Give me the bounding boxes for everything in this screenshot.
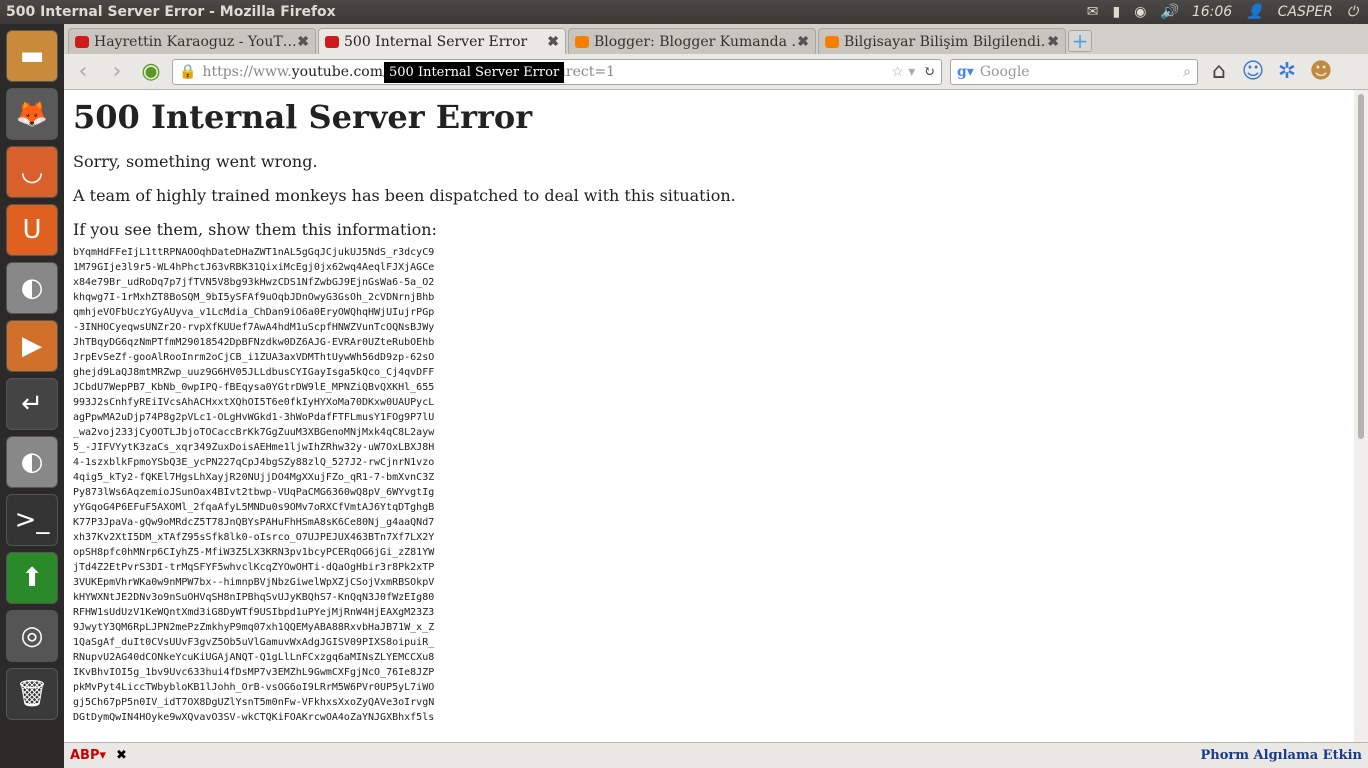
toggle-off-icon[interactable]: ◐ bbox=[6, 436, 58, 488]
clock[interactable]: 16:06 bbox=[1192, 4, 1232, 20]
page-content: 500 Internal Server Error Sorry, somethi… bbox=[64, 90, 1354, 742]
top-panel: 500 Internal Server Error - Mozilla Fire… bbox=[0, 0, 1368, 24]
error-message: Sorry, something went wrong. bbox=[73, 152, 318, 171]
return-icon[interactable]: ↵ bbox=[6, 378, 58, 430]
battery-icon[interactable]: ▮ bbox=[1112, 4, 1120, 20]
new-tab-button[interactable]: + bbox=[1068, 30, 1092, 52]
close-tab-icon[interactable]: ✖ bbox=[1047, 34, 1059, 50]
error-description: A team of highly trained monkeys has bee… bbox=[73, 186, 736, 205]
close-tab-icon[interactable]: ✖ bbox=[797, 34, 809, 50]
firefox-icon[interactable]: 🦊 bbox=[6, 88, 58, 140]
error-debug-info: bYqmHdFFeIjL1ttRPNAOOqhDateDHaZWT1nAL5gG… bbox=[73, 247, 435, 723]
tab-tooltip: 500 Internal Server Error bbox=[384, 62, 565, 83]
home-icon[interactable]: ⌂ bbox=[1206, 59, 1232, 84]
extension-icon[interactable]: ☺ bbox=[1240, 59, 1266, 84]
network-extension-icon[interactable]: ✲ bbox=[1274, 59, 1300, 84]
close-icon[interactable]: ✖ bbox=[116, 748, 127, 763]
trash-icon[interactable]: 🗑 bbox=[6, 668, 58, 720]
update-icon[interactable]: ⬆ bbox=[6, 552, 58, 604]
status-bar: ABP▾ ✖ Phorm Algılama Etkin bbox=[64, 742, 1368, 768]
phorm-status[interactable]: Phorm Algılama Etkin bbox=[1201, 748, 1362, 763]
user-name[interactable]: CASPER bbox=[1278, 4, 1333, 20]
search-box[interactable]: g▾ Google ⌕ bbox=[950, 58, 1198, 85]
tab-bar: Hayrettin Karaoguz - YouT… ✖ 500 Internal… bbox=[64, 24, 1368, 54]
software-center-icon[interactable]: ◡ bbox=[6, 146, 58, 198]
mail-icon[interactable]: ✉ bbox=[1087, 4, 1099, 20]
chrome-icon[interactable]: ◎ bbox=[6, 610, 58, 662]
network-icon[interactable]: ◉ bbox=[1134, 4, 1146, 20]
scrollbar-thumb[interactable] bbox=[1358, 94, 1364, 439]
close-tab-icon[interactable]: ✖ bbox=[297, 34, 309, 50]
back-button[interactable]: ‹ bbox=[70, 59, 96, 84]
addon-icon[interactable]: ◉ bbox=[138, 59, 164, 84]
window-title: 500 Internal Server Error - Mozilla Fire… bbox=[6, 4, 336, 20]
tab-hayrettin[interactable]: Hayrettin Karaoguz - YouT… ✖ bbox=[68, 28, 316, 54]
media-icon[interactable]: ▶ bbox=[6, 320, 58, 372]
monkey-icon[interactable]: ☻ bbox=[1308, 59, 1334, 84]
tab-500-error[interactable]: 500 Internal Server Error ✖ bbox=[318, 28, 566, 54]
blogger-icon bbox=[825, 35, 839, 48]
user-icon: 👤 bbox=[1246, 4, 1264, 20]
ubuntu-one-icon[interactable]: U bbox=[6, 204, 58, 256]
tab-bilgisayar[interactable]: Bilgisayar Bilişim Bilgilendi… ✖ bbox=[818, 28, 1066, 54]
adblock-icon[interactable]: ABP▾ bbox=[70, 748, 106, 763]
reload-icon[interactable]: ↻ bbox=[923, 64, 935, 80]
youtube-icon bbox=[325, 35, 339, 48]
search-icon[interactable]: ⌕ bbox=[1183, 64, 1191, 80]
blogger-icon bbox=[575, 35, 589, 48]
forward-button[interactable]: › bbox=[104, 59, 130, 84]
youtube-icon bbox=[75, 35, 89, 48]
terminal-icon[interactable]: >_ bbox=[6, 494, 58, 546]
files-icon[interactable]: ▬ bbox=[6, 30, 58, 82]
google-icon[interactable]: g▾ bbox=[957, 64, 974, 80]
toggle-off-icon[interactable]: ◐ bbox=[6, 262, 58, 314]
close-tab-icon[interactable]: ✖ bbox=[547, 34, 559, 50]
bookmark-star-icon[interactable]: ☆ ▾ bbox=[891, 64, 915, 80]
volume-icon[interactable]: 🔊 bbox=[1160, 4, 1177, 20]
error-instruction: If you see them, show them this informat… bbox=[73, 220, 437, 239]
navigation-bar: ‹ › ◉ 🔒 https://www.youtube.com/…&featur… bbox=[64, 54, 1368, 90]
page-title: 500 Internal Server Error bbox=[73, 98, 533, 136]
tab-blogger[interactable]: Blogger: Blogger Kumanda … ✖ bbox=[568, 28, 816, 54]
power-icon[interactable]: ⏻ bbox=[1347, 4, 1358, 20]
lock-icon: 🔒 bbox=[179, 63, 197, 80]
launcher: ▬ 🦊 ◡ U ◐ ▶ ↵ ◐ >_ ⬆ ◎ 🗑 bbox=[0, 24, 64, 768]
vertical-scrollbar[interactable] bbox=[1354, 90, 1368, 742]
